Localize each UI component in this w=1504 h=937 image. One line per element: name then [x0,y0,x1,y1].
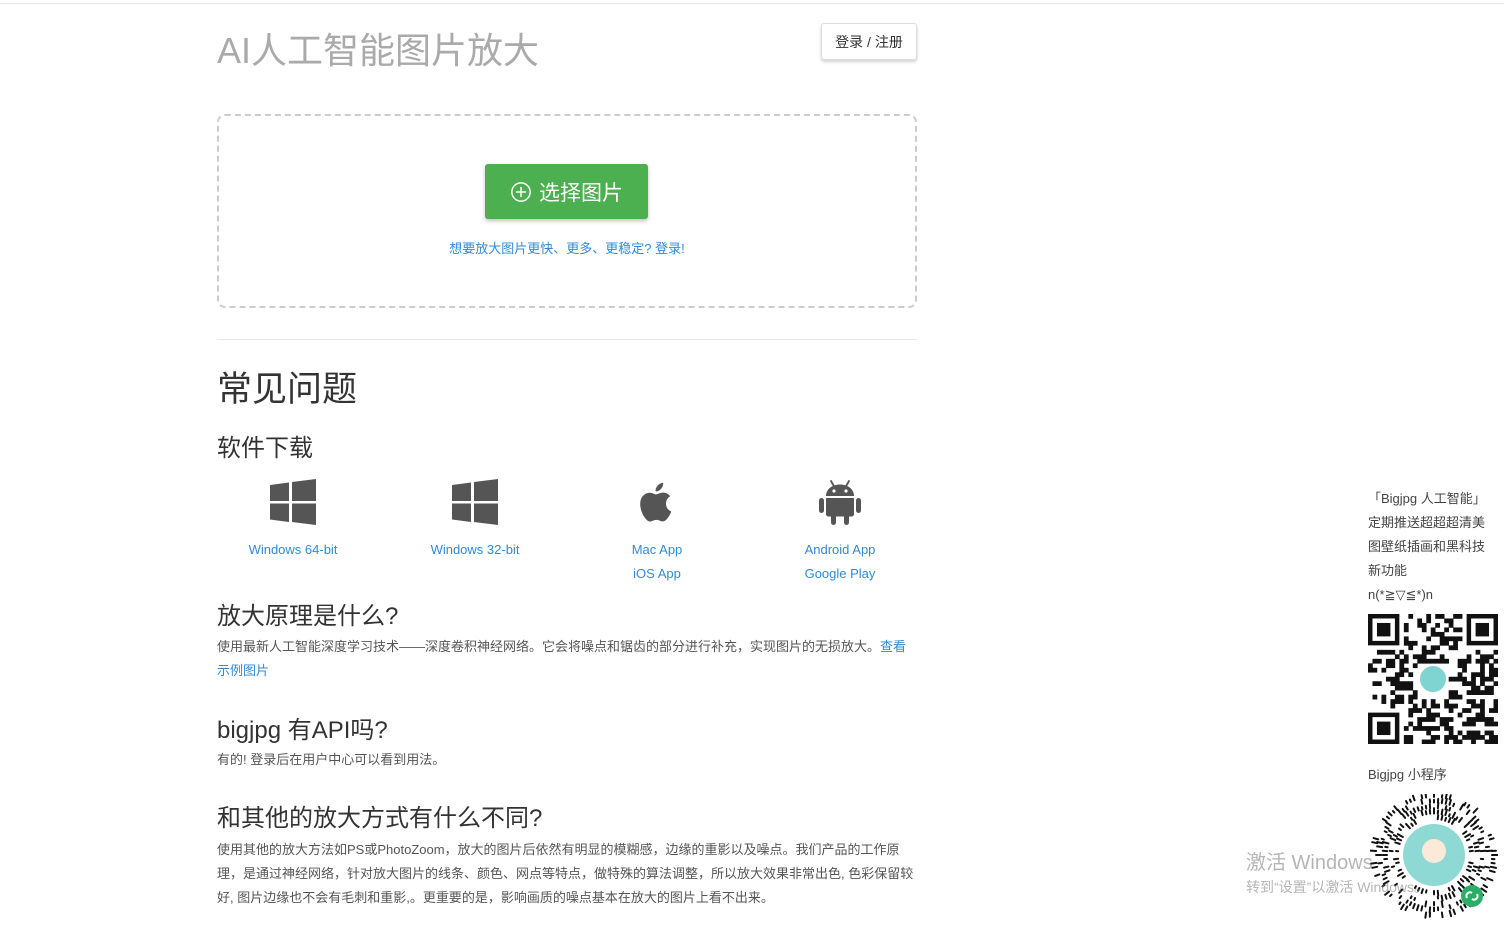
faq-question-api: bigjpg 有API吗? [217,717,388,744]
android-icon [819,480,861,525]
plus-circle-icon [511,181,531,202]
wechat-qr-code [1368,614,1498,744]
faq-question-principle: 放大原理是什么? [217,603,399,630]
windows-icon [270,479,316,525]
mac-app-link[interactable]: Mac App [582,538,732,562]
windows-icon [452,479,498,525]
section-divider [217,339,917,340]
faq-answer-principle: 使用最新人工智能深度学习技术——深度卷积神经网络。它会将噪点和锯齿的部分进行补充… [217,635,917,683]
promo-line: 「Bigjpg 人工智能」 [1368,491,1486,506]
windows-32-link[interactable]: Windows 32-bit [400,538,550,562]
android-app-link[interactable]: Android App [765,538,915,562]
promo-line: 新功能 [1368,563,1408,578]
faq-question-difference: 和其他的放大方式有什么不同? [217,805,543,832]
mini-program-label: Bigjpg 小程序 [1368,767,1447,782]
google-play-link[interactable]: Google Play [765,562,915,586]
login-promo-link[interactable]: 想要放大图片更快、更多、更稳定? 登录! [217,238,917,257]
ios-app-link[interactable]: iOS App [582,562,732,586]
promo-line: n(*≧▽≦*)n [1368,587,1434,602]
login-register-button[interactable]: 登录 / 注册 [821,23,917,60]
promo-line: 定期推送超超超清美 [1368,515,1486,530]
mini-program-code [1370,794,1498,919]
promo-line: 图壁纸插画和黑科技 [1368,539,1486,554]
faq-answer-api: 有的! 登录后在用户中心可以看到用法。 [217,752,446,767]
select-image-button[interactable]: 选择图片 [485,164,648,219]
select-image-label: 选择图片 [539,181,623,205]
faq-title: 常见问题 [217,370,358,409]
download-windows-32: Windows 32-bit [400,478,550,562]
site-title: AI人工智能图片放大 [217,30,540,71]
top-border [0,3,1504,4]
faq-answer-difference: 使用其他的放大方法如PS或PhotoZoom，放大的图片后依然有明显的模糊感，边… [217,842,914,905]
windows-64-link[interactable]: Windows 64-bit [218,538,368,562]
faq-answer-principle-text: 使用最新人工智能深度学习技术——深度卷积神经网络。它会将噪点和锯齿的部分进行补充… [217,639,881,654]
download-android: Android App Google Play [765,478,915,586]
download-windows-64: Windows 64-bit [218,478,368,562]
download-mac-ios: Mac App iOS App [582,478,732,586]
apple-icon [640,482,672,522]
download-title: 软件下载 [217,435,313,462]
wechat-promo: 「Bigjpg 人工智能」 定期推送超超超清美 图壁纸插画和黑科技 新功能 n(… [1368,487,1498,607]
